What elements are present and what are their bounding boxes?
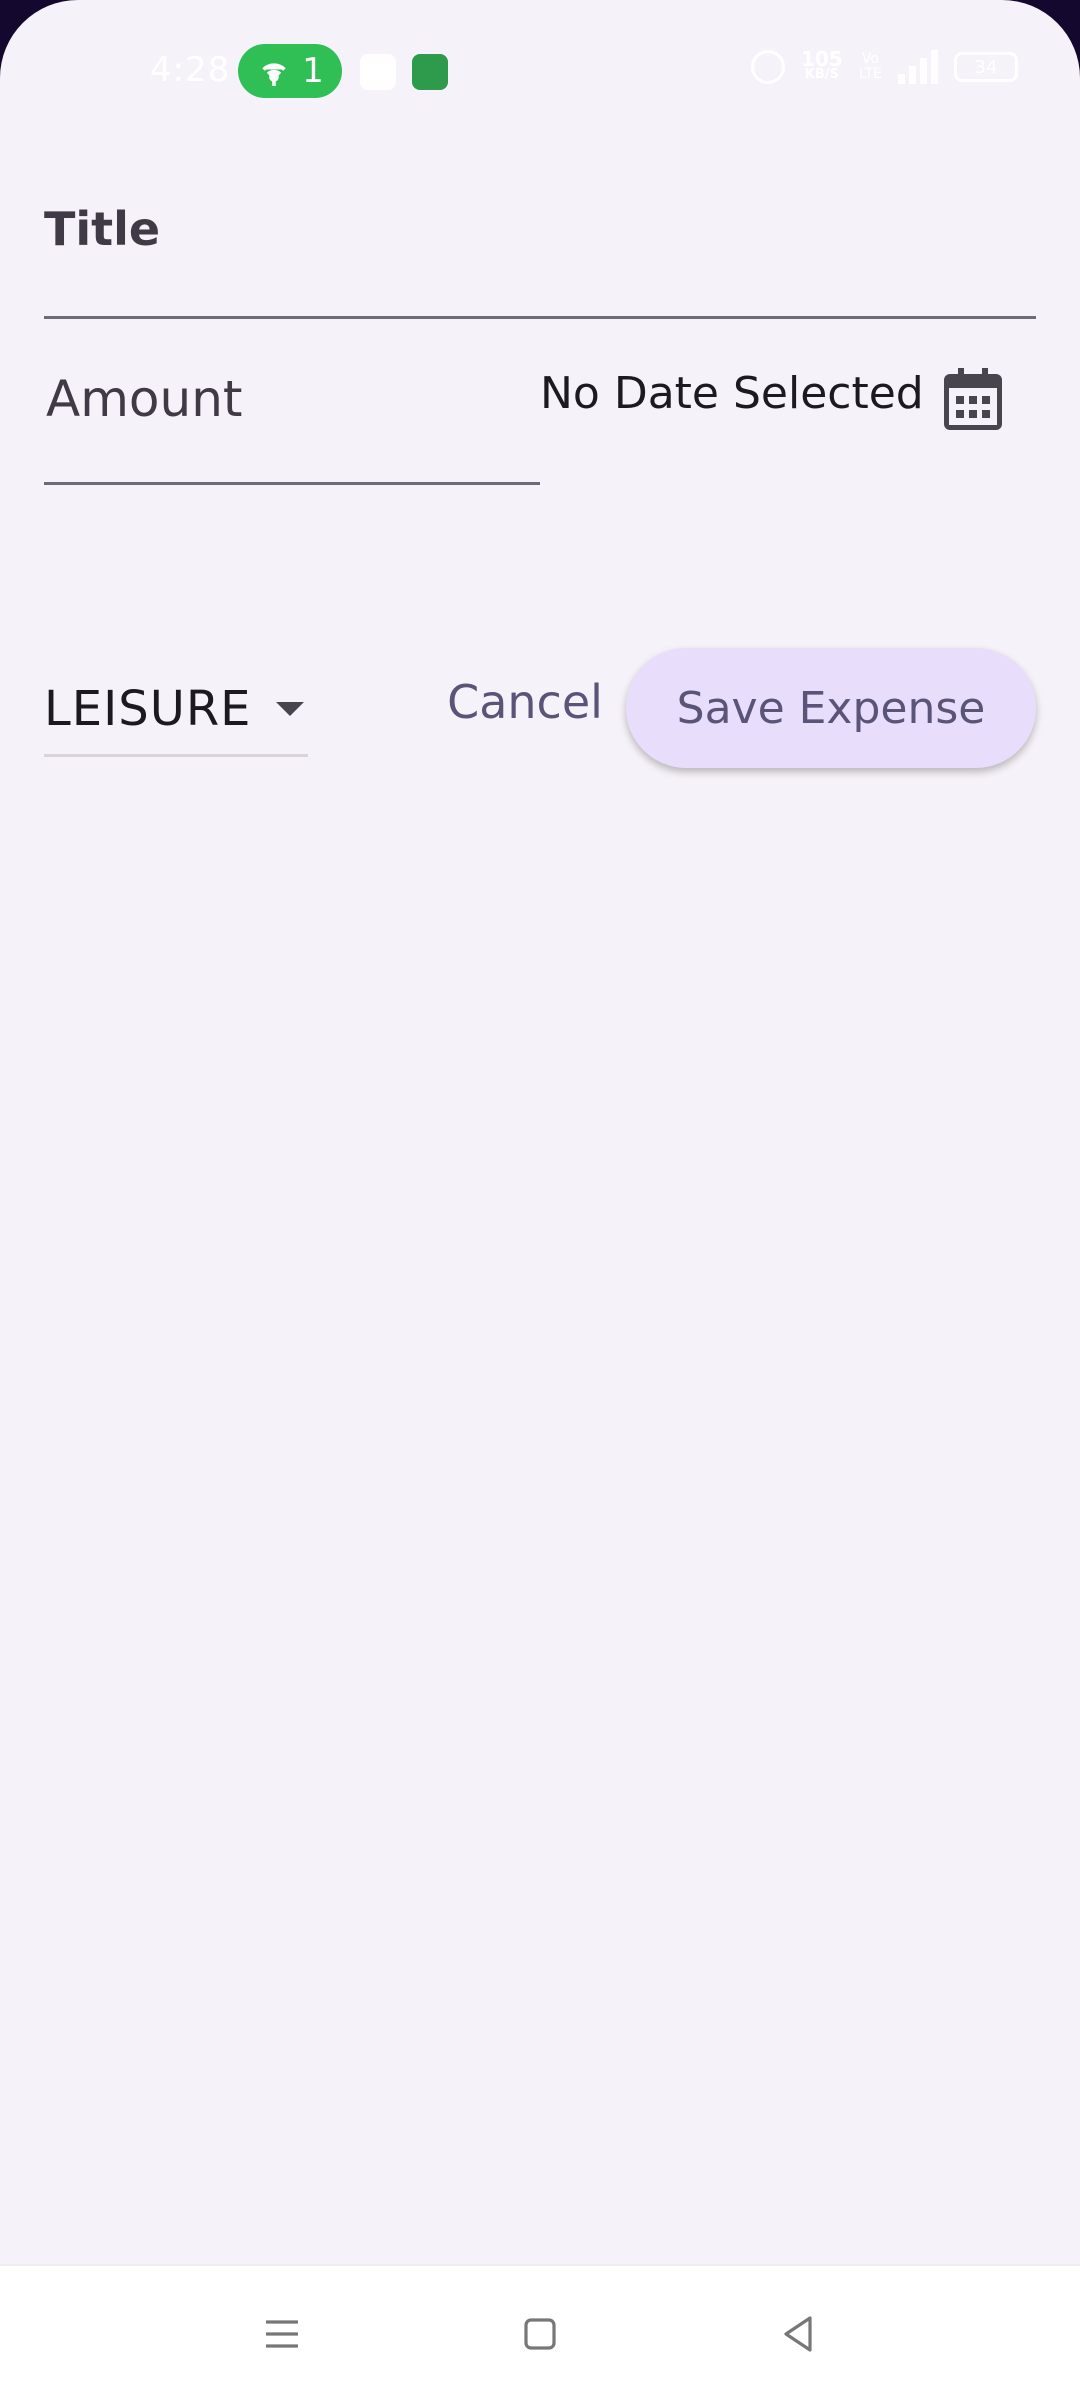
net-speed-unit: KB/S <box>804 67 839 82</box>
amount-label: Amount <box>46 370 243 428</box>
volte-bottom: LTE <box>858 66 882 82</box>
status-indicators: 105 KB/S Vo LTE 34 <box>750 47 1018 84</box>
cancel-button[interactable]: Cancel <box>440 664 610 740</box>
date-picker-button[interactable] <box>944 368 1014 438</box>
network-speed: 105 KB/S <box>800 47 843 83</box>
amount-input[interactable]: Amount <box>44 348 540 485</box>
battery-icon: 34 <box>954 52 1018 82</box>
back-button[interactable] <box>768 2304 828 2364</box>
message-notification-icon <box>360 54 396 90</box>
volte-top: Vo <box>861 51 879 67</box>
net-speed-value: 105 <box>800 47 843 71</box>
category-selected-value: LEISURE <box>44 681 252 737</box>
dropdown-arrow-icon <box>275 702 304 716</box>
home-icon <box>524 2318 556 2350</box>
signal-icon <box>898 50 938 84</box>
menu-icon <box>266 2320 298 2348</box>
recent-apps-button[interactable] <box>252 2304 312 2364</box>
title-input[interactable]: Title <box>44 176 1036 319</box>
title-label: Title <box>44 202 161 256</box>
system-navigation-bar <box>0 2264 1080 2400</box>
status-bar: 4:28 1 105 KB/S Vo LTE 34 <box>0 0 1080 140</box>
calendar-icon <box>944 368 1002 430</box>
status-time: 4:28 <box>150 50 231 90</box>
battery-level: 34 <box>974 56 998 78</box>
home-button[interactable] <box>510 2304 570 2364</box>
volte-icon: Vo LTE <box>859 52 882 82</box>
selected-date-text: No Date Selected <box>540 368 924 419</box>
hotspot-count: 1 <box>302 51 324 91</box>
back-icon <box>784 2316 812 2352</box>
add-expense-screen: 4:28 1 105 KB/S Vo LTE 34 Title Amount N… <box>0 0 1080 2400</box>
save-expense-button[interactable]: Save Expense <box>626 648 1036 768</box>
alarm-icon <box>750 50 785 84</box>
hotspot-indicator[interactable]: 1 <box>238 44 342 98</box>
hotspot-icon <box>262 63 286 86</box>
category-dropdown[interactable]: LEISURE <box>44 664 308 757</box>
app-notification-icon <box>412 54 448 90</box>
